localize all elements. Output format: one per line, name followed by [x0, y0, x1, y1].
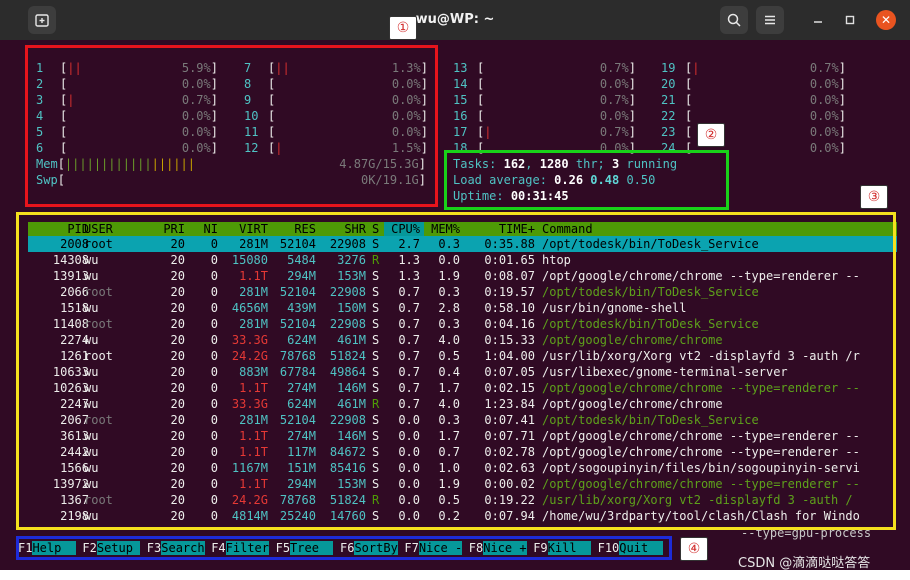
annotation-box-tasks — [444, 150, 729, 210]
annotation-marker-3: ③ — [860, 185, 888, 209]
cpu-percent: 0.7%] — [599, 61, 636, 75]
cpu-id: 14 — [453, 77, 468, 91]
annotation-marker-1: ① — [389, 16, 417, 40]
cpu-percent: 0.0%] — [809, 93, 846, 107]
close-icon[interactable]: ✕ — [876, 10, 896, 30]
annotation-marker-2: ② — [697, 123, 725, 147]
cpu-percent-value: 0.0% — [809, 141, 839, 155]
annotation-box-cpu-mem — [25, 45, 438, 207]
cpu-percent-value: 0.0% — [809, 125, 839, 139]
cpu-percent-value: 0.0% — [809, 93, 839, 107]
cpu-id: 23 — [661, 125, 676, 139]
minimize-icon[interactable] — [806, 8, 830, 32]
cpu-id: 17 — [453, 125, 468, 139]
cpu-percent-value: 0.0% — [809, 109, 839, 123]
cpu-bar: [ — [477, 61, 485, 75]
cpu-id: 16 — [453, 109, 468, 123]
cpu-percent: 0.0%] — [809, 77, 846, 91]
cpu-percent-value: 0.0% — [809, 77, 839, 91]
cpu-id: 20 — [661, 77, 676, 91]
cpu-percent-value: 0.7% — [809, 61, 839, 75]
cpu-id: 19 — [661, 61, 676, 75]
cpu-bar: [ — [477, 77, 485, 91]
cpu-percent: 0.0%] — [809, 109, 846, 123]
cpu-percent: 0.0%] — [809, 141, 846, 155]
cpu-id: 15 — [453, 93, 468, 107]
annotation-box-processes — [16, 212, 896, 530]
cpu-percent-value: 0.7% — [599, 125, 629, 139]
cpu-id: 21 — [661, 93, 676, 107]
cpu-percent-value: 0.0% — [599, 109, 629, 123]
cpu-percent: 0.0%] — [599, 77, 636, 91]
cpu-percent: 0.0%] — [809, 125, 846, 139]
search-icon[interactable] — [720, 6, 748, 34]
cpu-bar: [ — [477, 109, 485, 123]
cpu-percent: 0.7%] — [599, 125, 636, 139]
cpu-bar: [ — [685, 109, 693, 123]
maximize-icon[interactable] — [838, 8, 862, 32]
cpu-bar-fill: | — [692, 61, 700, 75]
cpu-percent: 0.7%] — [599, 93, 636, 107]
cpu-bar: [ — [685, 93, 693, 107]
cpu-bar: [ — [685, 125, 693, 139]
cpu-bar: [ — [477, 93, 485, 107]
cpu-percent-value: 0.7% — [599, 61, 629, 75]
cpu-bar: [| — [477, 125, 492, 139]
cpu-percent: 0.0%] — [599, 109, 636, 123]
cpu-id: 22 — [661, 109, 676, 123]
terminal-window: wu@WP: ~ ✕ 1 [|| 5.9%] 2[0.0%] 3 [| 0.7%] 4[0.0… — [0, 0, 910, 580]
annotation-box-fkeys — [16, 536, 672, 560]
cpu-percent: 0.7%] — [809, 61, 846, 75]
hamburger-menu-icon[interactable] — [756, 6, 784, 34]
cpu-bar-fill: | — [484, 125, 492, 139]
title-bar: wu@WP: ~ ✕ — [0, 0, 910, 40]
cpu-bar: [| — [685, 61, 700, 75]
cpu-id: 13 — [453, 61, 468, 75]
watermark: CSDN @滴滴哒哒答答 — [738, 556, 871, 571]
annotation-marker-4: ④ — [680, 537, 708, 561]
cpu-percent-value: 0.7% — [599, 93, 629, 107]
cpu-bar: [ — [685, 77, 693, 91]
cpu-percent-value: 0.0% — [599, 77, 629, 91]
